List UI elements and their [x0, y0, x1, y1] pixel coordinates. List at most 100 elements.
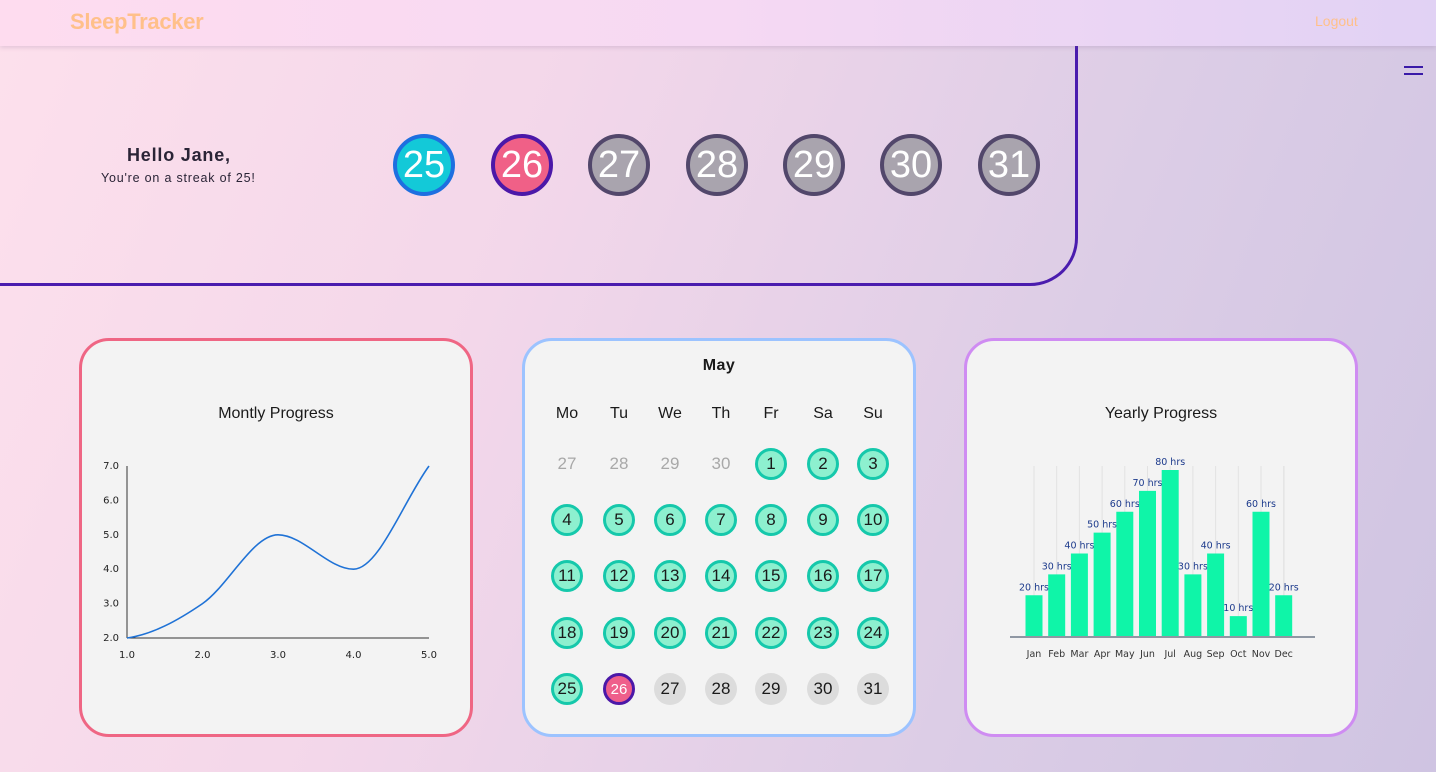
x-tick-label: Jul: [1163, 649, 1175, 660]
logout-link[interactable]: Logout: [1315, 13, 1358, 29]
bar-data-label: 50 hrs: [1087, 520, 1117, 531]
calendar-day-done[interactable]: 24: [857, 617, 889, 649]
calendar-day-done[interactable]: 19: [603, 617, 635, 649]
calendar-day-future[interactable]: 27: [654, 673, 686, 705]
week-day-31[interactable]: 31: [978, 134, 1040, 196]
weekday-header-we: We: [658, 405, 682, 422]
weekday-header-th: Th: [711, 405, 731, 422]
calendar-day-prev[interactable]: 27: [551, 448, 583, 480]
calendar-day-future[interactable]: 30: [807, 673, 839, 705]
monthly-line-chart: 2.03.04.05.06.07.01.0 2.0 3.0 4.0 5.0: [103, 461, 437, 661]
x-tick-label: 5.0: [421, 650, 437, 661]
x-tick-label: Apr: [1094, 649, 1111, 660]
x-tick-label: Aug: [1184, 649, 1203, 660]
calendar-day-done[interactable]: 18: [551, 617, 583, 649]
calendar-day-done[interactable]: 7: [705, 504, 737, 536]
x-tick-label: Jun: [1139, 649, 1155, 660]
hamburger-menu-icon[interactable]: [1404, 66, 1423, 77]
calendar-day-done[interactable]: 5: [603, 504, 635, 536]
bar-data-label: 10 hrs: [1223, 603, 1253, 614]
y-tick-label: 5.0: [103, 530, 119, 541]
calendar-day-future[interactable]: 31: [857, 673, 889, 705]
week-day-26[interactable]: 26: [491, 134, 553, 196]
bar-data-label: 20 hrs: [1019, 582, 1049, 593]
bar: [1070, 553, 1088, 637]
calendar-day-prev[interactable]: 28: [603, 448, 635, 480]
weekday-header-fr: Fr: [763, 405, 779, 422]
calendar-day-done[interactable]: 21: [705, 617, 737, 649]
weekday-header-tu: Tu: [609, 405, 629, 422]
greeting-title: Hello Jane,: [127, 145, 231, 165]
x-tick-label: May: [1115, 649, 1135, 660]
calendar-day-done[interactable]: 8: [755, 504, 787, 536]
bar: [1275, 595, 1293, 637]
y-tick-label: 6.0: [103, 495, 119, 506]
y-tick-label: 2.0: [103, 633, 119, 644]
bar: [1048, 574, 1066, 637]
bar-data-label: 40 hrs: [1064, 541, 1094, 552]
bar: [1093, 532, 1111, 637]
week-day-28[interactable]: 28: [686, 134, 748, 196]
calendar-day-done[interactable]: 4: [551, 504, 583, 536]
calendar-day-prev[interactable]: 29: [654, 448, 686, 480]
calendar-day-done[interactable]: 11: [551, 560, 583, 592]
calendar-day-done[interactable]: 6: [654, 504, 686, 536]
bar-data-label: 60 hrs: [1110, 499, 1140, 510]
bar: [1207, 553, 1225, 637]
calendar-day-done[interactable]: 20: [654, 617, 686, 649]
bar-data-label: 20 hrs: [1269, 582, 1299, 593]
calendar-day-done[interactable]: 22: [755, 617, 787, 649]
navbar: SleepTracker Logout: [0, 0, 1436, 46]
calendar-day-done[interactable]: 9: [807, 504, 839, 536]
calendar-card: May Mo Tu We Th Fr Sa Su 27 28 29 30 1 2 3 4 5 6 7 8 9 10 11 1…: [522, 338, 916, 737]
calendar-day-future[interactable]: 29: [755, 673, 787, 705]
calendar-day-done[interactable]: 1: [755, 448, 787, 480]
bar: [1184, 574, 1202, 637]
calendar-day-today[interactable]: 26: [603, 673, 635, 705]
bar: [1161, 470, 1179, 637]
calendar-day-done[interactable]: 25: [551, 673, 583, 705]
calendar-day-future[interactable]: 28: [705, 673, 737, 705]
calendar-day-done[interactable]: 14: [705, 560, 737, 592]
calendar-day-done[interactable]: 17: [857, 560, 889, 592]
bar-data-label: 80 hrs: [1155, 457, 1185, 468]
calendar-day-done[interactable]: 3: [857, 448, 889, 480]
week-day-27[interactable]: 27: [588, 134, 650, 196]
yearly-progress-card: Yearly Progress 20 hrs Jan 30 hrs Feb 40 hrs…: [964, 338, 1358, 737]
calendar-day-done[interactable]: 12: [603, 560, 635, 592]
bar: [1139, 490, 1156, 637]
calendar-day-prev[interactable]: 30: [705, 448, 737, 480]
x-tick-label: 3.0: [270, 650, 286, 661]
x-tick-label: 2.0: [195, 650, 211, 661]
x-tick-label: Nov: [1252, 649, 1271, 660]
calendar-day-done[interactable]: 23: [807, 617, 839, 649]
week-day-29[interactable]: 29: [783, 134, 845, 196]
bar-data-label: 70 hrs: [1133, 478, 1163, 489]
y-tick-label: 4.0: [103, 564, 119, 575]
y-tick-label: 7.0: [103, 461, 119, 472]
x-tick-label: 1.0: [119, 650, 135, 661]
week-day-30[interactable]: 30: [880, 134, 942, 196]
y-tick-label: 3.0: [103, 599, 119, 610]
bar: [1116, 511, 1134, 637]
calendar-day-done[interactable]: 13: [654, 560, 686, 592]
week-day-25[interactable]: 25: [393, 134, 455, 196]
calendar-day-done[interactable]: 15: [755, 560, 787, 592]
calendar-day-done[interactable]: 16: [807, 560, 839, 592]
calendar-day-done[interactable]: 2: [807, 448, 839, 480]
bar-data-label: 60 hrs: [1246, 499, 1276, 510]
bar-data-label: 40 hrs: [1201, 541, 1231, 552]
bar: [1025, 595, 1043, 637]
weekday-header-sa: Sa: [813, 405, 833, 422]
progress-line: [126, 465, 430, 639]
calendar-day-done[interactable]: 10: [857, 504, 889, 536]
x-tick-label: Feb: [1048, 649, 1065, 660]
x-tick-label: Mar: [1070, 649, 1088, 660]
streak-text: You're on a streak of 25!: [101, 171, 256, 185]
x-tick-label: 4.0: [346, 650, 362, 661]
brand-logo[interactable]: SleepTracker: [70, 9, 204, 35]
bar-data-label: 30 hrs: [1178, 561, 1208, 572]
bar: [1252, 511, 1270, 637]
weekday-header-mo: Mo: [555, 405, 579, 422]
x-tick-label: Dec: [1275, 649, 1293, 660]
